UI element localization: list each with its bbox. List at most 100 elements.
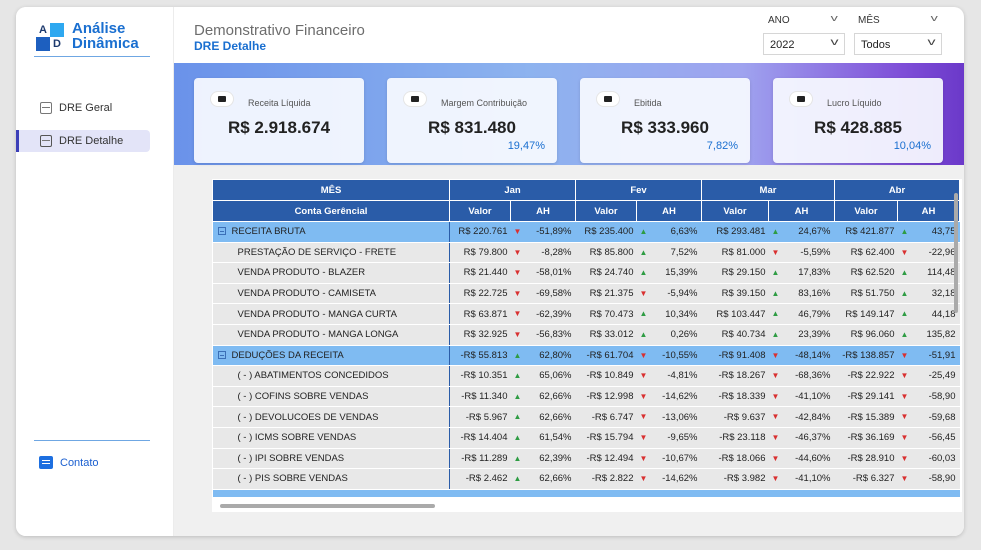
sidebar-item-dre-detalhe[interactable]: DRE Detalhe bbox=[16, 130, 150, 152]
column-header-valor[interactable]: Valor bbox=[701, 200, 769, 222]
ah-cell: ▼ -25,49 bbox=[897, 365, 960, 387]
filter-ano-select[interactable]: 2022 v bbox=[763, 33, 845, 55]
triangle-up-icon: ▲ bbox=[513, 371, 522, 381]
vertical-scrollbar[interactable] bbox=[954, 193, 958, 313]
triangle-down-icon: ▼ bbox=[513, 227, 522, 236]
column-header-month[interactable]: Jan bbox=[449, 179, 576, 201]
table-row[interactable]: ( - ) PIS SOBRE VENDAS -R$ 2.462 ▲ 62,66% -R… bbox=[212, 468, 960, 490]
triangle-down-icon: ▼ bbox=[900, 474, 909, 484]
column-header-ah[interactable]: AH bbox=[510, 200, 576, 222]
wallet-icon bbox=[404, 92, 426, 106]
table-row[interactable]: VENDA PRODUTO - MANGA LONGA R$ 32.925 ▼ -56… bbox=[212, 324, 960, 346]
valor-cell: -R$ 55.813 bbox=[449, 345, 511, 367]
ah-cell: ▲ 114,48 bbox=[897, 262, 960, 284]
ah-cell: ▲ 17,83% bbox=[768, 262, 835, 284]
table-row[interactable]: ( - ) ICMS SOBRE VENDAS -R$ 14.404 ▲ 61,54%… bbox=[212, 427, 960, 449]
triangle-up-icon: ▲ bbox=[513, 350, 522, 360]
ah-cell: ▼ -51,89% bbox=[510, 221, 576, 243]
column-header-conta[interactable]: Conta Gerêncial bbox=[212, 200, 450, 222]
triangle-down-icon: ▼ bbox=[771, 247, 780, 257]
ah-cell: ▲ 62,66% bbox=[510, 468, 576, 490]
table-row[interactable]: VENDA PRODUTO - CAMISETA R$ 22.725 ▼ -69,58… bbox=[212, 283, 960, 305]
column-header-month[interactable]: Abr bbox=[834, 179, 960, 201]
ah-cell: ▼ -9,65% bbox=[636, 427, 702, 449]
triangle-down-icon: ▼ bbox=[513, 247, 522, 257]
table-row[interactable]: VENDA PRODUTO - BLAZER R$ 21.440 ▼ -58,01% R… bbox=[212, 262, 960, 284]
account-name-cell: RECEITA BRUTA bbox=[212, 221, 450, 243]
table-row[interactable]: ( - ) IPI SOBRE VENDAS -R$ 11.289 ▲ 62,39% -… bbox=[212, 448, 960, 470]
valor-cell: R$ 96.060 bbox=[834, 324, 898, 346]
ah-cell: ▲ 24,67% bbox=[768, 221, 835, 243]
ah-cell: ▼ -5,94% bbox=[636, 283, 702, 305]
logo-text: Análise Dinâmica bbox=[72, 20, 139, 52]
chevron-down-icon[interactable]: v bbox=[931, 13, 938, 23]
triangle-down-icon: ▼ bbox=[639, 412, 648, 422]
ah-cell: ▼ -60,03 bbox=[897, 448, 960, 470]
ah-cell: ▲ 44,18 bbox=[897, 303, 960, 325]
ah-cell: ▼ -69,58% bbox=[510, 283, 576, 305]
column-header-month[interactable]: Fev bbox=[575, 179, 702, 201]
valor-cell: -R$ 15.794 bbox=[575, 427, 637, 449]
column-header-ah[interactable]: AH bbox=[636, 200, 702, 222]
triangle-down-icon: ▼ bbox=[513, 268, 522, 278]
table-row[interactable]: ( - ) DEVOLUCOES DE VENDAS -R$ 5.967 ▲ 62,6… bbox=[212, 406, 960, 428]
list-icon bbox=[40, 135, 52, 147]
valor-cell: R$ 79.800 bbox=[449, 242, 511, 264]
table-row[interactable]: ( - ) COFINS SOBRE VENDAS -R$ 11.340 ▲ 62,6… bbox=[212, 386, 960, 408]
triangle-down-icon: ▼ bbox=[513, 329, 522, 339]
valor-cell: -R$ 28.910 bbox=[834, 448, 898, 470]
table-row[interactable]: VENDA PRODUTO - MANGA CURTA R$ 63.871 ▼ -62… bbox=[212, 303, 960, 325]
valor-cell: R$ 235.400 bbox=[575, 221, 637, 243]
ah-cell: ▼ -58,01% bbox=[510, 262, 576, 284]
valor-cell: R$ 21.375 bbox=[575, 283, 637, 305]
valor-cell: -R$ 138.857 bbox=[834, 345, 898, 367]
column-header-ah[interactable]: AH bbox=[768, 200, 835, 222]
ah-cell: ▼ -41,10% bbox=[768, 468, 835, 490]
table-category-row[interactable]: DEDUÇÕES DA RECEITA -R$ 55.813 ▲ 62,80% -R$ … bbox=[212, 345, 960, 367]
valor-cell: -R$ 18.267 bbox=[701, 365, 769, 387]
collapse-icon[interactable] bbox=[217, 227, 226, 236]
filter-mes-select[interactable]: Todos v bbox=[854, 33, 942, 55]
triangle-up-icon: ▲ bbox=[771, 227, 780, 236]
chevron-down-icon: v bbox=[830, 37, 839, 48]
triangle-down-icon: ▼ bbox=[639, 350, 648, 360]
logo-mark: A D bbox=[36, 23, 64, 51]
triangle-down-icon: ▼ bbox=[639, 371, 648, 381]
column-header-valor[interactable]: Valor bbox=[449, 200, 511, 222]
table-row[interactable]: PRESTAÇÃO DE SERVIÇO - FRETE R$ 79.800 ▼ -8… bbox=[212, 242, 960, 264]
account-name-cell: ( - ) PIS SOBRE VENDAS bbox=[212, 468, 450, 490]
valor-cell: R$ 62.520 bbox=[834, 262, 898, 284]
ah-cell: ▼ -14,62% bbox=[636, 468, 702, 490]
collapse-icon[interactable] bbox=[217, 350, 226, 359]
ah-cell: ▲ 65,06% bbox=[510, 365, 576, 387]
column-header-valor[interactable]: Valor bbox=[834, 200, 898, 222]
dre-matrix-table[interactable]: MÊS Jan Fev Mar Abr Conta Gerêncial Valo… bbox=[212, 179, 962, 512]
triangle-down-icon: ▼ bbox=[771, 350, 780, 360]
valor-cell: R$ 21.440 bbox=[449, 262, 511, 284]
triangle-up-icon: ▲ bbox=[900, 329, 909, 339]
column-header-month[interactable]: Mar bbox=[701, 179, 835, 201]
contact-link[interactable]: Contato bbox=[39, 456, 99, 469]
main-content: Demonstrativo Financeiro DRE Detalhe ANO… bbox=[174, 7, 964, 536]
sidebar-item-dre-geral[interactable]: DRE Geral bbox=[16, 97, 150, 119]
ah-cell: ▼ -13,06% bbox=[636, 406, 702, 428]
valor-cell: R$ 39.150 bbox=[701, 283, 769, 305]
ah-cell: ▲ 15,39% bbox=[636, 262, 702, 284]
column-header-valor[interactable]: Valor bbox=[575, 200, 637, 222]
table-category-row[interactable] bbox=[212, 489, 960, 498]
triangle-down-icon: ▼ bbox=[639, 432, 648, 442]
triangle-up-icon: ▲ bbox=[639, 247, 648, 257]
table-category-row[interactable]: RECEITA BRUTA R$ 220.761 ▼ -51,89% R$ 235.40… bbox=[212, 221, 960, 243]
chevron-down-icon[interactable]: v bbox=[831, 13, 838, 23]
valor-cell: R$ 103.447 bbox=[701, 303, 769, 325]
sidebar-item-label: DRE Detalhe bbox=[59, 135, 124, 147]
ah-cell: ▼ -22,96 bbox=[897, 242, 960, 264]
ah-cell: ▲ 10,34% bbox=[636, 303, 702, 325]
horizontal-scrollbar[interactable] bbox=[220, 504, 435, 508]
account-name-cell: ( - ) ICMS SOBRE VENDAS bbox=[212, 427, 450, 449]
column-header-ah[interactable]: AH bbox=[897, 200, 960, 222]
table-row[interactable]: ( - ) ABATIMENTOS CONCEDIDOS -R$ 10.351 ▲ 6… bbox=[212, 365, 960, 387]
ah-cell: ▼ -14,62% bbox=[636, 386, 702, 408]
ah-cell: ▼ -5,59% bbox=[768, 242, 835, 264]
kpi-card-lucro: Lucro Líquido R$ 428.885 10,04% bbox=[773, 78, 943, 163]
